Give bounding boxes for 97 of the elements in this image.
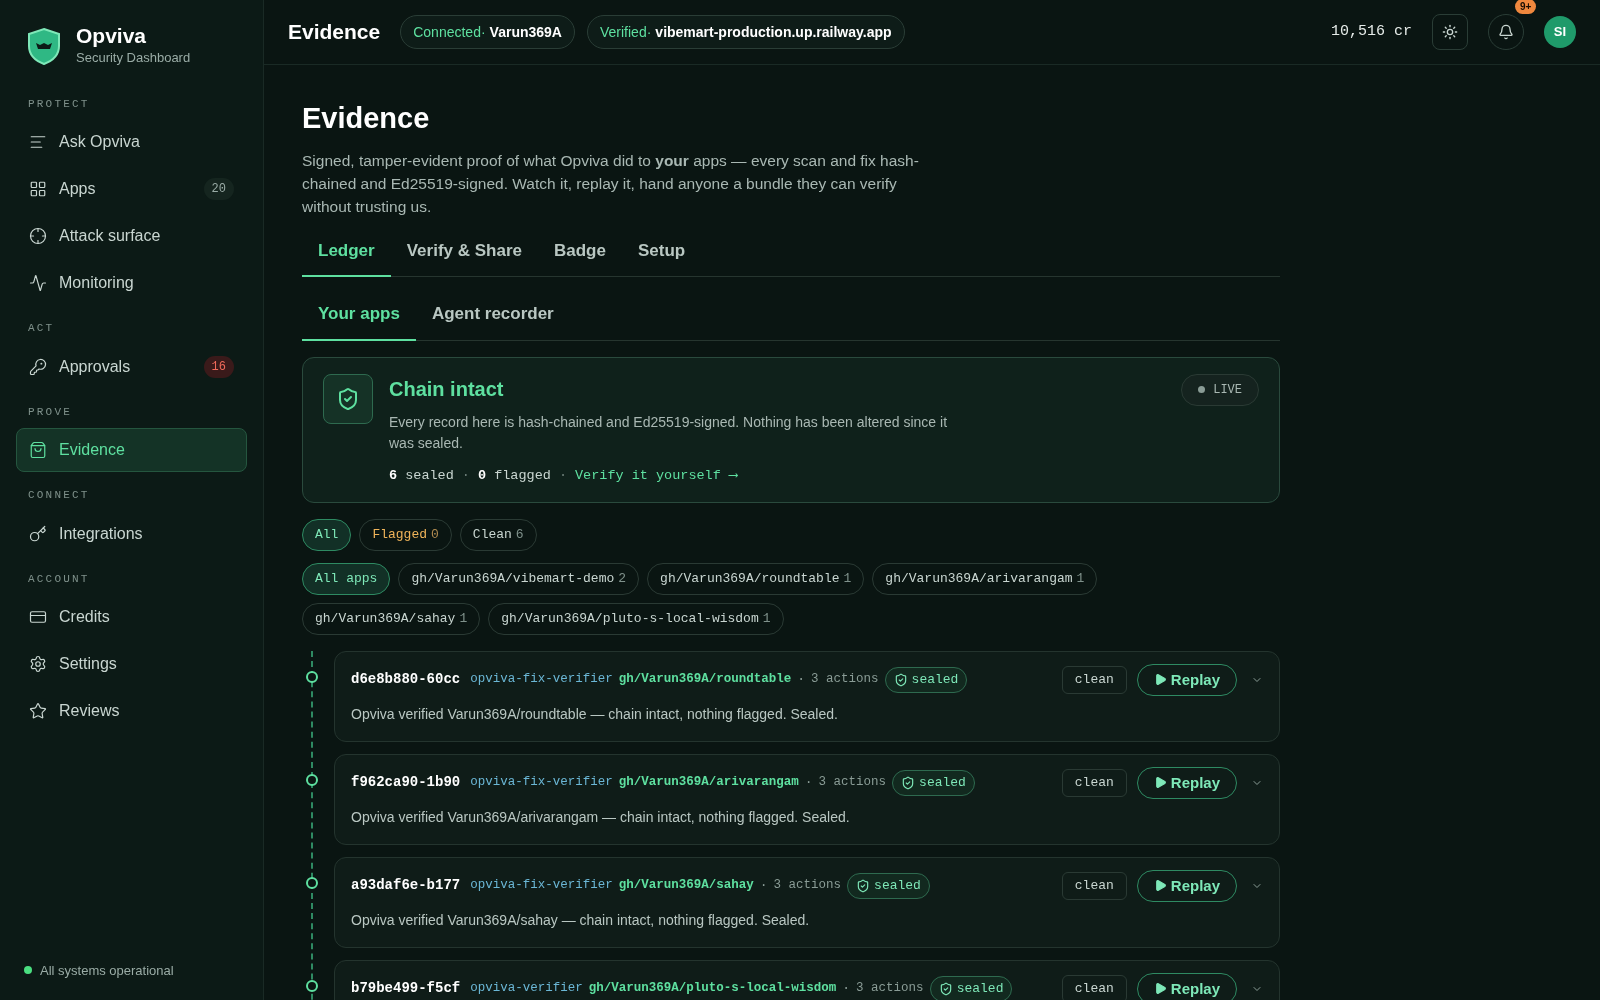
sealed-badge: sealed [929,975,1013,1000]
separator-dot: · [759,877,768,895]
section-label: ACCOUNT [27,571,91,587]
verdict-tag: clean [1061,768,1127,797]
nav-item[interactable]: Integrations [16,511,247,556]
tab[interactable]: Verify & Share [390,237,538,277]
nav-item[interactable]: Approvals 16 [16,344,247,389]
nav-item[interactable]: Credits [16,595,247,639]
play-icon [1153,982,1167,996]
page-heading: Evidence [288,19,381,46]
pulse-icon [29,274,47,292]
timeline-node-icon [306,670,318,683]
verdict-tag: clean [1061,665,1127,694]
verify-link[interactable]: Verify it yourself ⟶ [575,465,738,486]
brand-name: Opviva [76,24,148,48]
count-badge: 16 [203,355,234,378]
status-filter[interactable]: All [302,518,352,551]
actions-count: 3 actions [811,671,879,689]
separator-dot: · [797,671,806,689]
actions-count: 3 actions [773,877,842,895]
record-id: d6e8b880-60cc [351,670,461,690]
credits-balance: 10,516 cr [1331,21,1412,42]
play-icon [1153,776,1167,790]
record-id: b79be499-f5cf [351,979,461,999]
bag-icon [29,441,47,459]
nav-item[interactable]: Monitoring [16,261,247,305]
summary-text: Every record here is hash-chained and Ed25519-signed. Nothing has been altered since it was sealed. [389,412,949,453]
user-avatar[interactable]: SI [1544,16,1576,48]
sun-icon [1442,24,1458,40]
play-icon [1153,673,1167,687]
flagged-count: 0 flagged [477,466,551,485]
agent-name: opviva-fix-verifier [470,774,613,792]
repo-link[interactable]: gh/Varun369A/sahay [618,876,754,896]
card-icon [29,608,47,626]
page-description: Signed, tamper-evident proof of what Opviva did to your apps — every scan and fix hash-chained and Ed25519-signed. Watch it, replay it, hand anyone a bundle they can verify without trusting us. [302,150,920,217]
status-chip: Connected· Varun369A [400,15,575,49]
tab[interactable]: Badge [537,237,622,277]
timeline-node-icon [306,876,318,889]
nav-item[interactable]: Settings [16,642,247,686]
page-title: Evidence [302,101,431,136]
status-chip: Verified· vibemart-production.up.railway.app [587,15,905,49]
bell-icon [1498,24,1514,40]
tab[interactable]: Ledger [302,237,391,277]
star-icon [29,702,47,720]
agent-name: opviva-verifier [470,980,583,998]
tab[interactable]: Setup [621,237,702,277]
section-label: CONNECT [27,488,91,503]
record-id: f962ca90-1b90 [351,773,461,793]
repo-link[interactable]: gh/Varun369A/pluto-s-local-wisdom [588,979,837,999]
sealed-count: 6 sealed [389,466,454,485]
section-label: PROVE [27,404,73,420]
sealed-badge: sealed [892,769,975,796]
timeline-node-icon [306,773,318,786]
shield-check-icon [323,373,373,424]
record-message: Opviva verified Varun369A/arivarangam — chain intact, nothing flagged. Sealed. [351,807,851,827]
actions-count: 3 actions [818,774,887,792]
live-badge: LIVE [1181,373,1259,406]
repo-link[interactable]: gh/Varun369A/roundtable [618,670,792,690]
separator-dot: · [558,466,567,485]
nav-item[interactable]: Apps 20 [16,167,247,211]
section-label: PROTECT [27,96,91,112]
brand-subtitle: Security Dashboard [76,49,191,67]
record-message: Opviva verified Varun369A/roundtable — chain intact, nothing flagged. Sealed. [351,704,839,724]
theme-button[interactable] [1432,14,1468,50]
record-id: a93daf6e-b177 [351,876,461,896]
key-icon [29,357,47,376]
separator-dot: · [804,774,813,792]
record-message: Opviva verified Varun369A/sahay — chain intact, nothing flagged. Sealed. [351,910,811,930]
nav-item[interactable]: Attack surface [16,214,247,258]
nav-item[interactable]: Ask Opviva [16,120,247,164]
status-text: All systems operational [40,961,174,980]
count-badge: 20 [203,178,234,200]
tab[interactable]: Your apps [302,301,416,341]
timeline-node-icon [306,979,318,992]
verdict-tag: clean [1061,974,1127,1000]
grid-icon [29,180,47,198]
verdict-tag: clean [1061,871,1127,900]
settings-icon [29,655,47,673]
play-icon [1153,879,1167,893]
nav-item[interactable]: Evidence [16,428,247,472]
agent-name: opviva-fix-verifier [470,671,613,689]
sealed-badge: sealed [847,872,930,899]
app-filter[interactable]: All apps [302,562,391,595]
summary-title: Chain intact [389,376,505,402]
agent-name: opviva-fix-verifier [470,877,613,895]
notification-badge: 9+ [1515,0,1537,14]
menu-icon [29,133,47,151]
key-icon [29,524,47,543]
actions-count: 3 actions [856,980,924,998]
separator-dot: · [461,466,470,485]
sealed-badge: sealed [884,666,968,693]
section-label: ACT [27,321,56,336]
tab[interactable]: Agent recorder [415,301,570,341]
target-icon [29,227,47,245]
nav-item[interactable]: Reviews [16,689,247,733]
repo-link[interactable]: gh/Varun369A/arivarangam [618,773,799,793]
separator-dot: · [842,980,851,998]
